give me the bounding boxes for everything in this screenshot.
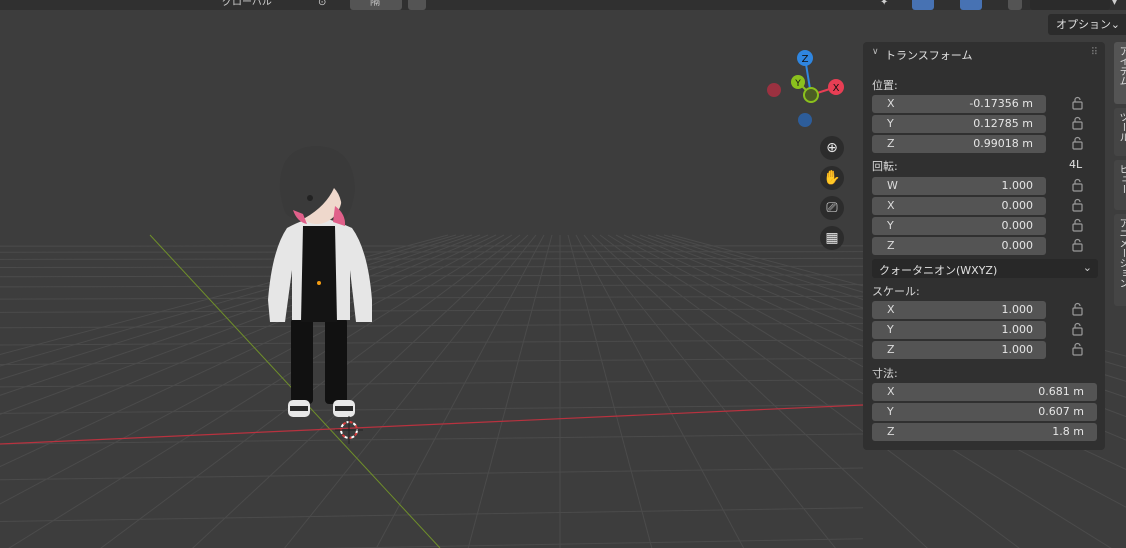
- tab-tool[interactable]: ツール: [1114, 108, 1126, 156]
- tab-item[interactable]: アイテム: [1114, 42, 1126, 104]
- transform-title: トランスフォーム: [885, 49, 973, 62]
- options-dropdown[interactable]: オプション ⌄: [1048, 14, 1126, 35]
- axis-label: X: [887, 303, 895, 316]
- shading-buttons[interactable]: [1030, 0, 1110, 10]
- drag-grip-icon[interactable]: ⠿: [1091, 47, 1098, 58]
- xray-button[interactable]: [1008, 0, 1022, 10]
- scale-label: スケール:: [872, 285, 920, 298]
- camera-icon[interactable]: ⎚: [820, 196, 844, 220]
- gizmo-neg-x-icon: [767, 83, 781, 97]
- pivot-dropdown[interactable]: グローバル: [222, 0, 304, 10]
- gizmo-neg-z-icon: [798, 113, 812, 127]
- field-value: 0.000: [1001, 199, 1034, 212]
- perspective-grid-icon[interactable]: ▦: [820, 226, 844, 250]
- field-value: 0.12785 m: [973, 117, 1033, 130]
- axis-label: Z: [887, 239, 895, 252]
- transform-panel: ∨ トランスフォーム ⠿ 位置: X -0.17356 m Y 0.12785 m Z 0…: [863, 42, 1105, 450]
- field-value: 1.000: [1001, 179, 1034, 192]
- axis-label: Z: [887, 137, 895, 150]
- field-value: -0.17356 m: [969, 97, 1033, 110]
- lock-icon[interactable]: [1072, 136, 1084, 152]
- lock-icon[interactable]: [1072, 238, 1084, 254]
- rotation-w-field[interactable]: W 1.000: [872, 177, 1046, 195]
- field-value: 0.607 m: [1038, 405, 1084, 418]
- options-label: オプション: [1056, 18, 1111, 31]
- transform-gizmo-button[interactable]: [912, 0, 934, 10]
- pivot-label: グローバル: [222, 0, 272, 8]
- scale-z-field[interactable]: Z 1.000: [872, 341, 1046, 359]
- field-value: 0.000: [1001, 219, 1034, 232]
- rotation-mode-badge[interactable]: 4L: [1069, 158, 1082, 171]
- location-y-field[interactable]: Y 0.12785 m: [872, 115, 1046, 133]
- axis-label: Z: [887, 343, 895, 356]
- gizmo-x-label: X: [833, 83, 840, 94]
- gizmo-neg-y-icon: [803, 87, 819, 103]
- axis-label: X: [887, 385, 895, 398]
- shading-chevron-icon[interactable]: ▾: [1112, 0, 1126, 10]
- field-value: 1.8 m: [1052, 425, 1084, 438]
- field-value: 0.681 m: [1038, 385, 1084, 398]
- chevron-down-icon: ⌄: [1082, 261, 1092, 274]
- overlay-button[interactable]: [960, 0, 982, 10]
- dimensions-label: 寸法:: [872, 367, 898, 380]
- dimensions-x-field[interactable]: X 0.681 m: [872, 383, 1097, 401]
- field-value: 1.000: [1001, 323, 1034, 336]
- axis-label: Y: [887, 405, 894, 418]
- axis-label: Y: [887, 219, 894, 232]
- hand-icon[interactable]: ✋: [820, 166, 844, 190]
- location-z-field[interactable]: Z 0.99018 m: [872, 135, 1046, 153]
- location-label: 位置:: [872, 79, 898, 92]
- field-value: 1.000: [1001, 343, 1034, 356]
- lock-icon[interactable]: [1072, 322, 1084, 338]
- gizmo-z-label: Z: [802, 54, 809, 65]
- x-axis-line: [0, 404, 864, 445]
- axis-label: W: [887, 179, 898, 192]
- field-value: 0.99018 m: [973, 137, 1033, 150]
- scale-x-field[interactable]: X 1.000: [872, 301, 1046, 319]
- gizmo-y-label: Y: [794, 79, 801, 89]
- viewport-header: グローバル ⊙ 隔 ✦ ▾: [0, 0, 1126, 10]
- lock-icon[interactable]: [1072, 116, 1084, 132]
- lock-icon[interactable]: [1072, 218, 1084, 234]
- scale-y-field[interactable]: Y 1.000: [872, 321, 1046, 339]
- rotation-mode-dropdown[interactable]: クォータニオン(WXYZ) ⌄: [872, 259, 1098, 278]
- axis-label: Z: [887, 425, 895, 438]
- rotation-label: 回転:: [872, 160, 898, 173]
- zoom-icon[interactable]: ⊕: [820, 136, 844, 160]
- axis-label: Y: [887, 323, 894, 336]
- lock-icon[interactable]: [1072, 178, 1084, 194]
- navigation-gizmo[interactable]: Z X Y: [760, 48, 850, 138]
- collapse-arrow-icon: ∨: [872, 47, 879, 57]
- snap-dropdown[interactable]: 隔: [350, 0, 402, 10]
- location-x-field[interactable]: X -0.17356 m: [872, 95, 1046, 113]
- gizmo-toggle-icon[interactable]: ✦: [880, 0, 904, 10]
- rotation-mode-value: クォータニオン(WXYZ): [879, 264, 998, 277]
- snap-icon[interactable]: ⊙: [318, 0, 342, 10]
- rotation-y-field[interactable]: Y 0.000: [872, 217, 1046, 235]
- character-model: [268, 146, 372, 417]
- proportional-edit-button[interactable]: [408, 0, 426, 10]
- axis-label: X: [887, 97, 895, 110]
- tab-animation[interactable]: アニメーション: [1114, 214, 1126, 306]
- tab-view[interactable]: ビュー: [1114, 160, 1126, 210]
- dimensions-z-field[interactable]: Z 1.8 m: [872, 423, 1097, 441]
- lock-icon[interactable]: [1072, 198, 1084, 214]
- chevron-down-icon: ⌄: [1110, 18, 1120, 31]
- snap-label: 隔: [370, 0, 380, 8]
- field-value: 1.000: [1001, 303, 1034, 316]
- dimensions-y-field[interactable]: Y 0.607 m: [872, 403, 1097, 421]
- lock-icon[interactable]: [1072, 302, 1084, 318]
- rotation-x-field[interactable]: X 0.000: [872, 197, 1046, 215]
- lock-icon[interactable]: [1072, 96, 1084, 112]
- rotation-z-field[interactable]: Z 0.000: [872, 237, 1046, 255]
- lock-icon[interactable]: [1072, 342, 1084, 358]
- axis-label: Y: [887, 117, 894, 130]
- axis-label: X: [887, 199, 895, 212]
- transform-panel-header[interactable]: ∨ トランスフォーム ⠿: [863, 42, 1105, 66]
- field-value: 0.000: [1001, 239, 1034, 252]
